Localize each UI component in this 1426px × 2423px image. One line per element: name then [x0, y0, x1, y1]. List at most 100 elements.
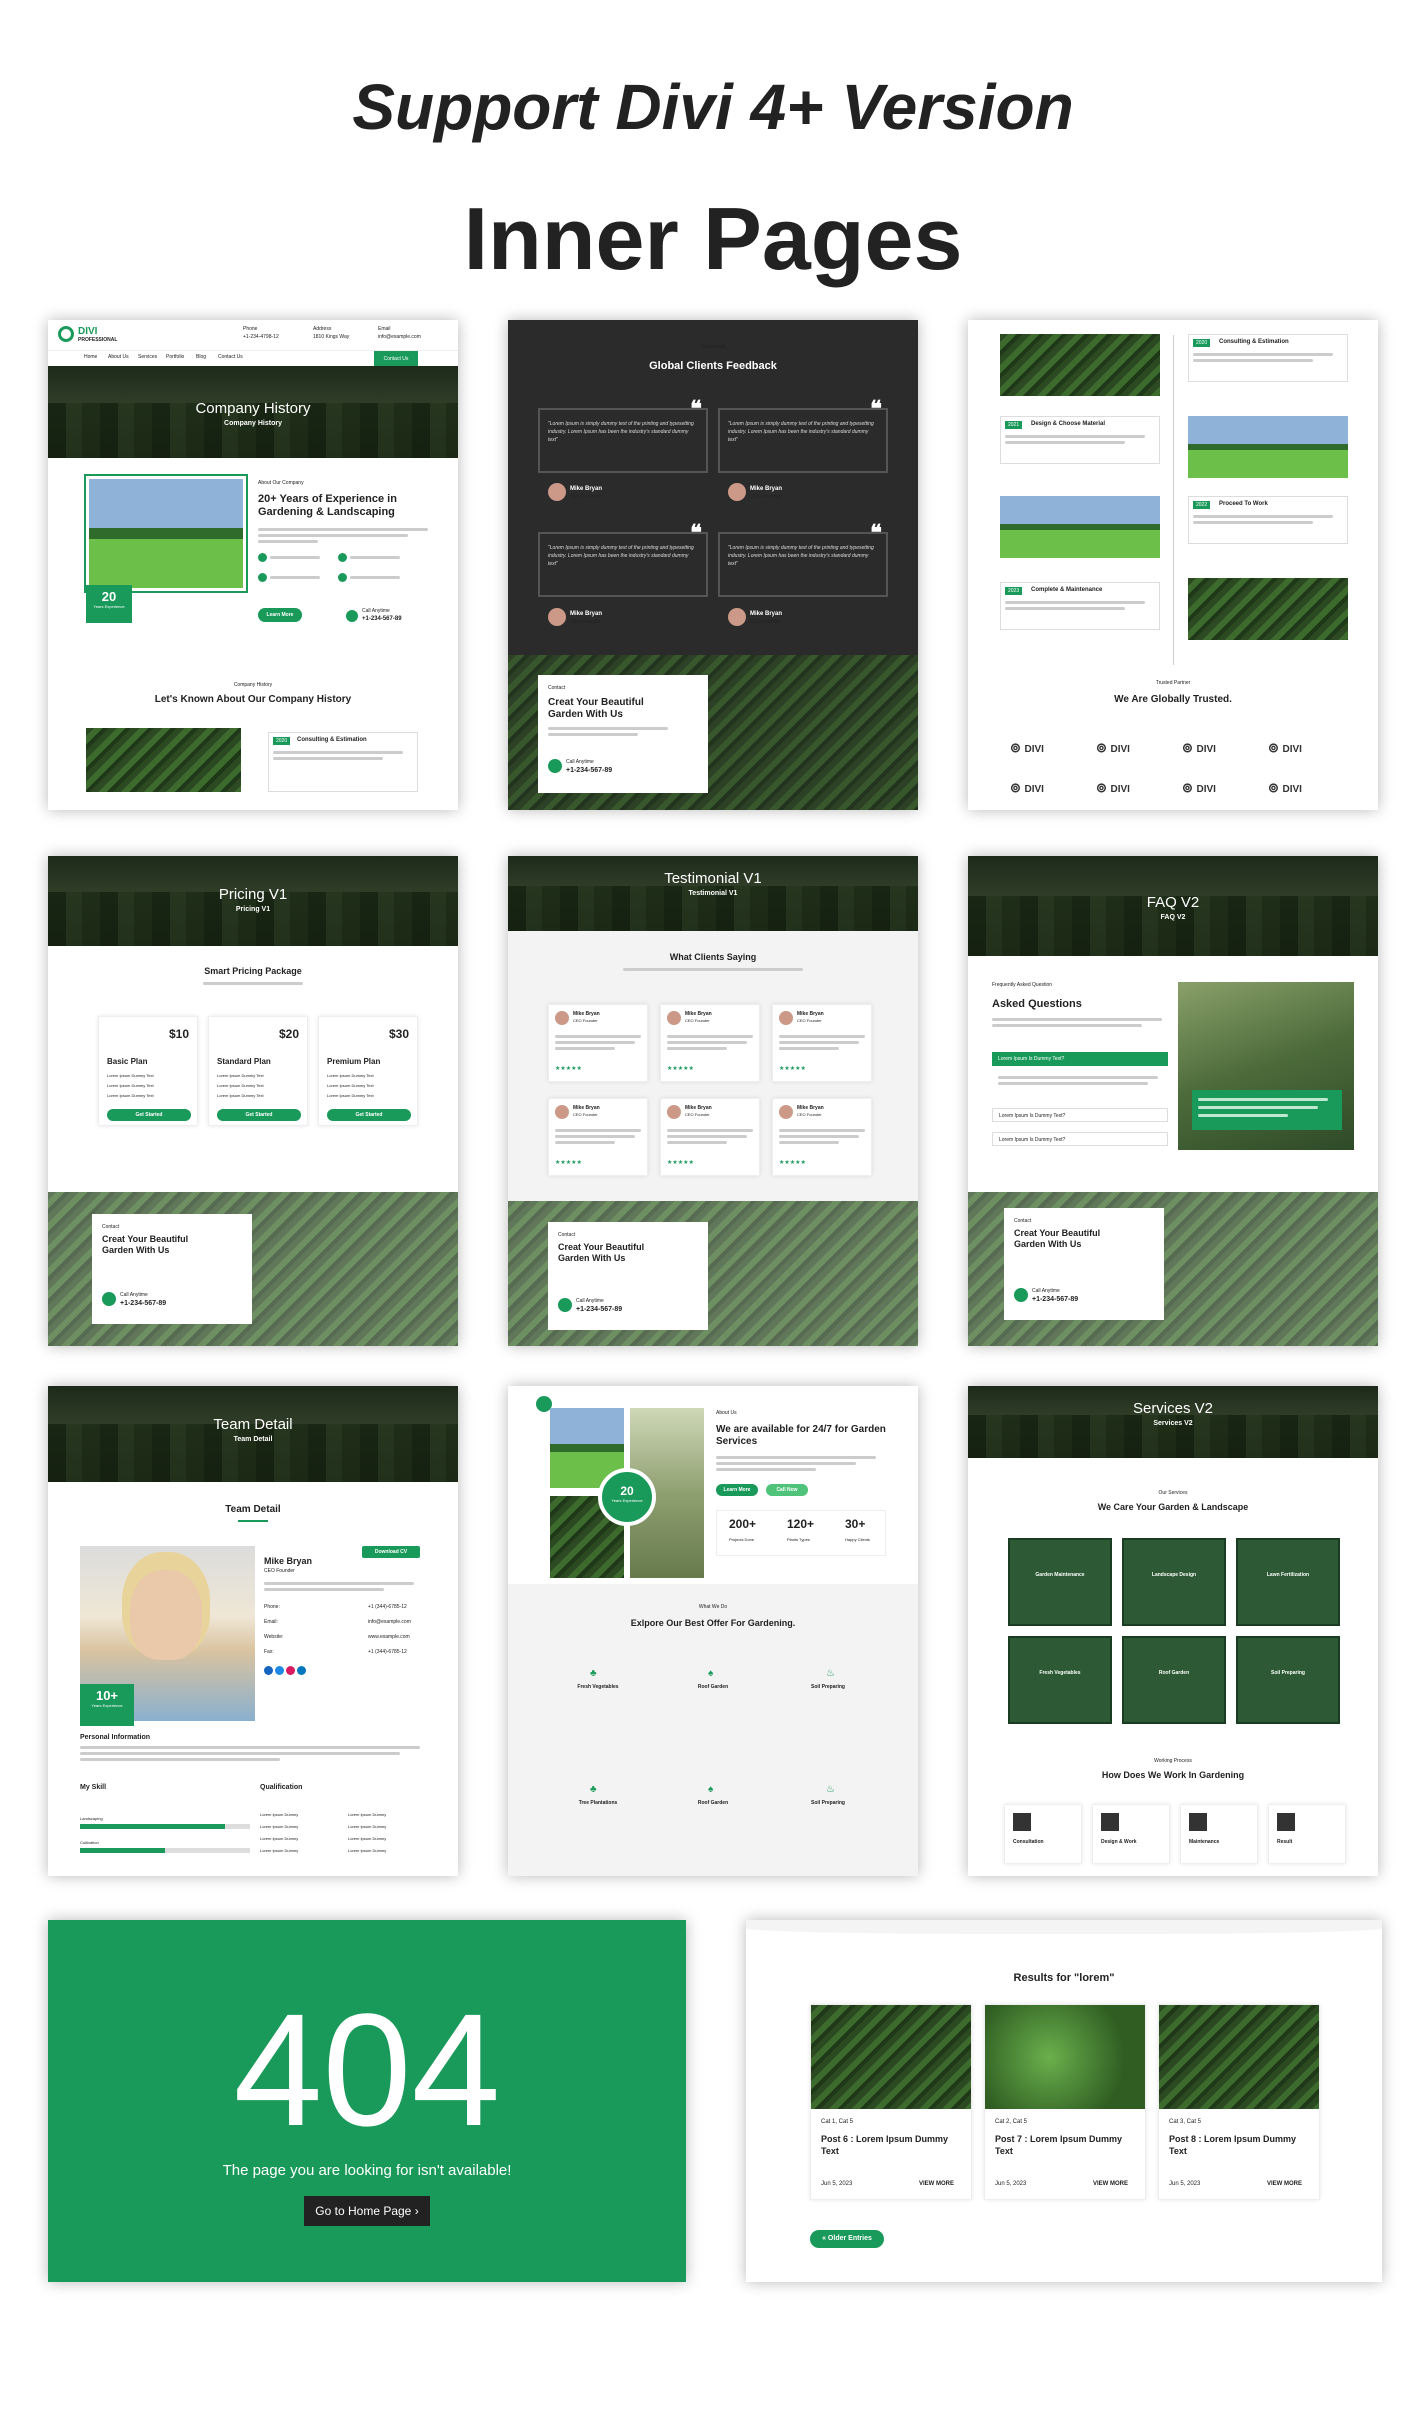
design-icon: [1101, 1813, 1119, 1831]
partner-logo: DIVI: [1182, 780, 1216, 796]
nav-blog[interactable]: Blog: [196, 354, 206, 360]
testimonial-card[interactable]: Testimonial V1 Testimonial V1 What Clien…: [508, 856, 918, 1346]
avatar: [728, 608, 746, 626]
inner-pages-heading: Inner Pages: [463, 189, 963, 288]
breadcrumb: Team Detail: [233, 1436, 273, 1443]
view-more-link[interactable]: VIEW MORE: [919, 2181, 954, 2187]
skill-bar-fill: [80, 1824, 225, 1829]
plan-feature: Lorem Ipsum Dummy Text: [107, 1083, 154, 1088]
plan-feature: Lorem Ipsum Dummy Text: [327, 1073, 374, 1078]
hero-banner: [48, 1386, 458, 1482]
cta-title: Creat Your Beautiful Garden With Us: [1014, 1228, 1101, 1249]
call-now-button[interactable]: Call Now: [766, 1484, 808, 1496]
services-v2-card[interactable]: Services V2 Services V2 Our Services We …: [968, 1386, 1378, 1876]
process-step: Maintenance: [1180, 1804, 1258, 1864]
service-tile[interactable]: Lawn Fertilization: [1236, 1538, 1340, 1626]
email-value: info@example.com: [368, 1619, 411, 1625]
cta-box: Contact Creat Your Beautiful Garden With…: [548, 1222, 708, 1330]
post-card[interactable]: Cat 3, Cat 5 Post 8 : Lorem Ipsum Dummy T…: [1158, 2004, 1320, 2200]
facebook-icon[interactable]: [264, 1666, 273, 1675]
nav-contact[interactable]: Contact Us: [218, 354, 243, 360]
stats-box: 200+ Projects Done 120+ Plants Types 30+ Ha…: [716, 1510, 886, 1556]
view-more-link[interactable]: VIEW MORE: [1267, 2181, 1302, 2187]
download-cv-button[interactable]: Download CV: [362, 1546, 420, 1558]
team-detail-card[interactable]: Team Detail Team Detail Team Detail 10+ Y…: [48, 1386, 458, 1876]
company-history-card[interactable]: DIVI PROFESSIONAL Phone +1-234-4798-12 A…: [48, 320, 458, 810]
faq-question[interactable]: Lorem Ipsum Is Dummy Text?: [992, 1132, 1168, 1146]
process-step: Result: [1268, 1804, 1346, 1864]
partner-logo: DIVI: [1096, 740, 1130, 756]
page-title: Testimonial V1: [664, 870, 762, 887]
quote-text: "Lorem Ipsum is simply dummy text of the…: [548, 545, 694, 567]
phone-label: Phone: [243, 326, 258, 332]
history-tag: Company History: [233, 682, 273, 688]
post-categories: Cat 2, Cat 5: [995, 2119, 1028, 2125]
email-label: Email: [378, 326, 391, 332]
learn-more-button[interactable]: Learn More: [716, 1484, 758, 1496]
post-title[interactable]: Post 7 : Lorem Ipsum Dummy Text: [995, 2133, 1135, 2157]
nav-portfolio[interactable]: Portfolio: [166, 354, 184, 360]
timeline-card[interactable]: 2020 Consulting & Estimation 2021 Design &…: [968, 320, 1378, 810]
learn-more-button[interactable]: Learn More: [258, 608, 302, 622]
twitter-icon[interactable]: [275, 1666, 284, 1675]
faq-question[interactable]: Lorem Ipsum Is Dummy Text?: [992, 1108, 1168, 1122]
contact-button[interactable]: Contact Us: [374, 351, 418, 367]
service-tile-title: Fresh Vegetables: [1039, 1670, 1081, 1676]
client-role: CEO Founder: [573, 1112, 598, 1117]
offer-title: Exlpore Our Best Offer For Gardening.: [630, 1618, 796, 1628]
phone-label: Phone:: [264, 1604, 280, 1610]
service-tile[interactable]: Garden Maintenance: [1008, 1538, 1112, 1626]
star-rating: ★★★★★: [779, 1066, 806, 1072]
testimonial-box: Mike Bryan CEO Founder ★★★★★: [548, 1004, 648, 1082]
not-found-card[interactable]: 404 The page you are looking for isn't a…: [48, 1920, 686, 2282]
avatar: [555, 1105, 569, 1119]
pricing-title: Smart Pricing Package: [204, 966, 302, 976]
post-card[interactable]: Cat 2, Cat 5 Post 7 : Lorem Ipsum Dummy T…: [984, 2004, 1146, 2200]
nav-services[interactable]: Services: [138, 354, 157, 360]
avatar: [555, 1011, 569, 1025]
client-role: CEO Founder: [685, 1112, 710, 1117]
service-tile[interactable]: Roof Garden: [1122, 1636, 1226, 1724]
plan-feature: Lorem Ipsum Dummy Text: [107, 1093, 154, 1098]
qualification-item: Lorem Ipsum Dummy: [260, 1812, 299, 1817]
service-tile[interactable]: Soil Preparing: [1236, 1636, 1340, 1724]
service-tile[interactable]: Fresh Vegetables: [1008, 1636, 1112, 1724]
nav-about[interactable]: About Us: [108, 354, 129, 360]
error-message: The page you are looking for isn't avail…: [222, 2162, 512, 2179]
plan-feature: Lorem Ipsum Dummy Text: [217, 1073, 264, 1078]
quote-icon: ❝: [690, 396, 702, 421]
post-categories: Cat 1, Cat 5: [821, 2119, 854, 2125]
view-more-link[interactable]: VIEW MORE: [1093, 2181, 1128, 2187]
nav-home[interactable]: Home: [84, 354, 97, 360]
about-offer-card[interactable]: 20 Years Experience About Us We are avail…: [508, 1386, 918, 1876]
home-button[interactable]: Go to Home Page ›: [304, 2196, 430, 2226]
faq-question-open[interactable]: Lorem Ipsum Is Dummy Text?: [992, 1052, 1168, 1066]
post-title[interactable]: Post 8 : Lorem Ipsum Dummy Text: [1169, 2133, 1309, 2157]
faq-card[interactable]: FAQ V2 FAQ V2 Frequently Asked Question …: [968, 856, 1378, 1346]
post-title[interactable]: Post 6 : Lorem Ipsum Dummy Text: [821, 2133, 961, 2157]
client-name: Mike Bryan: [750, 486, 783, 492]
page-title: Services V2: [1132, 1400, 1214, 1417]
experience-number: 20: [101, 589, 117, 604]
search-results-card[interactable]: Results for "lorem" Cat 1, Cat 5 Post 6 :…: [746, 1920, 1382, 2282]
get-started-button[interactable]: Get Started: [217, 1109, 301, 1121]
timeline-line: [1173, 335, 1174, 665]
cta-call-label: Call Anytime: [566, 759, 594, 765]
instagram-icon[interactable]: [286, 1666, 295, 1675]
linkedin-icon[interactable]: [297, 1666, 306, 1675]
post-card[interactable]: Cat 1, Cat 5 Post 6 : Lorem Ipsum Dummy T…: [810, 2004, 972, 2200]
cta-call-label: Call Anytime: [576, 1298, 604, 1304]
work-heading: How Does We Work In Gardening: [1101, 1770, 1245, 1780]
experience-label: Years Experience: [91, 1703, 123, 1708]
service-tile[interactable]: Landscape Design: [1122, 1538, 1226, 1626]
skill-label: Cultivation: [80, 1840, 99, 1845]
house-image: [84, 474, 248, 593]
experience-number: 20: [620, 1484, 634, 1498]
older-entries-button[interactable]: « Older Entries: [810, 2230, 884, 2248]
pricing-card[interactable]: Pricing V1 Pricing V1 Smart Pricing Pack…: [48, 856, 458, 1346]
work-tag: Working Process: [1154, 1758, 1192, 1764]
feedback-card[interactable]: Testimonial Global Clients Feedback ❝ "Lo…: [508, 320, 918, 810]
get-started-button[interactable]: Get Started: [107, 1109, 191, 1121]
fax-value: +1 (344)-6785-12: [368, 1649, 407, 1655]
get-started-button[interactable]: Get Started: [327, 1109, 411, 1121]
